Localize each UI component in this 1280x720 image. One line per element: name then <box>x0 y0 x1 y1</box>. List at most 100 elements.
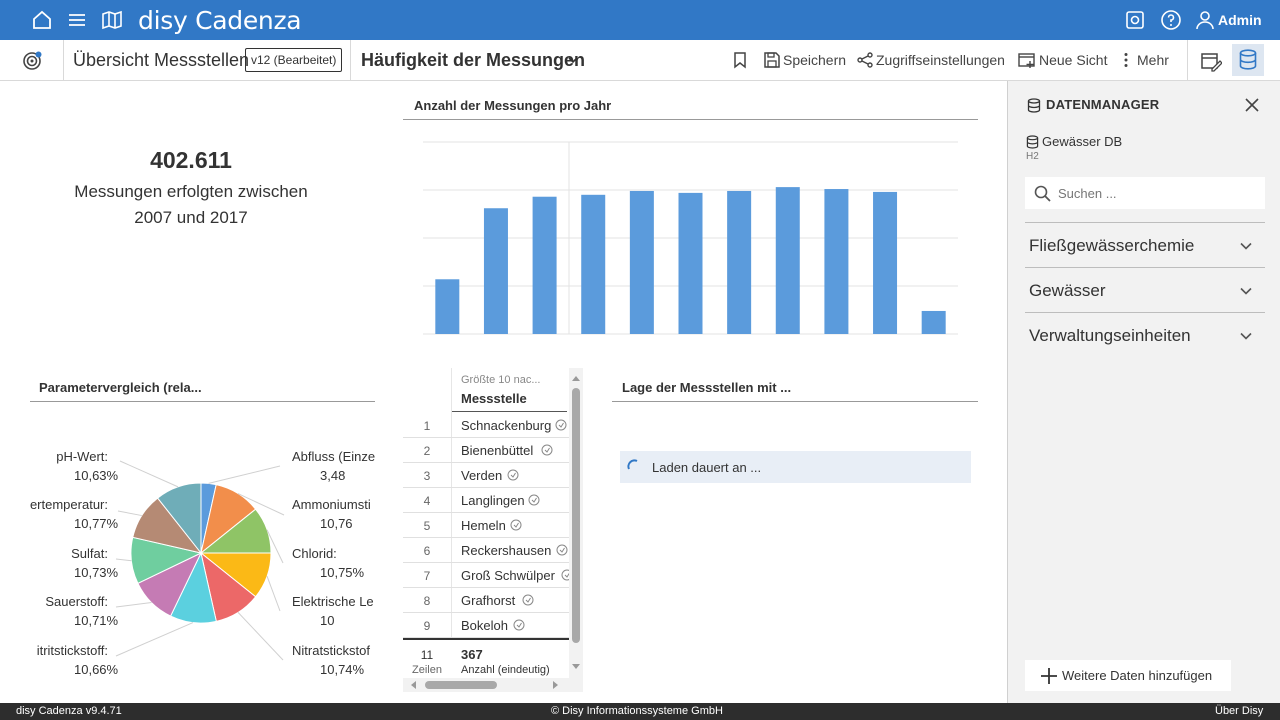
pie-leader-line <box>266 576 281 612</box>
station-name: Grafhorst <box>461 593 516 608</box>
status-footer: disy Cadenza v9.4.71 © Disy Informations… <box>0 703 1280 720</box>
pie-value-label: 10,66% <box>74 662 119 677</box>
row-number: 1 <box>423 419 431 433</box>
database-icon <box>1026 135 1039 149</box>
panel-divider <box>612 401 978 402</box>
user-name[interactable]: Admin <box>1218 12 1262 28</box>
table-row[interactable]: 8 Grafhorst <box>403 588 569 613</box>
station-name: Bienenbüttel <box>461 443 534 458</box>
table-row[interactable]: 1 Schnackenburg <box>403 413 569 438</box>
edit-sheet-icon[interactable] <box>1200 50 1222 72</box>
search-placeholder: Suchen ... <box>1058 186 1117 201</box>
accordion-gewaesser[interactable]: Gewässer <box>1025 267 1265 311</box>
pie-leader-line <box>115 558 132 562</box>
bar[interactable] <box>581 194 606 334</box>
link-icon[interactable] <box>522 594 534 606</box>
table-column-header[interactable]: Messstelle <box>461 391 527 406</box>
bookmark-icon[interactable] <box>731 51 749 69</box>
accordion-fliessgewaesserchemie[interactable]: Fließgewässerchemie <box>1025 222 1265 266</box>
bar[interactable] <box>435 279 460 334</box>
new-view-button[interactable]: Neue Sicht <box>1039 52 1107 68</box>
pie-chart[interactable]: Abfluss (Einze 3,48 Ammoniumsti 10,76 Chlori… <box>0 421 375 681</box>
station-name: Bokeloh <box>461 618 508 633</box>
panel-divider <box>30 401 375 402</box>
table-header-subtitle: Größte 10 nac... <box>461 374 541 386</box>
copyright-text: © Disy Informationssysteme GmbH <box>551 705 723 717</box>
view-title-dropdown[interactable]: Häufigkeit der Messungen <box>361 50 585 71</box>
database-icon <box>1027 98 1041 113</box>
bar[interactable] <box>678 192 703 334</box>
settings-icon[interactable] <box>1124 9 1146 31</box>
bar[interactable] <box>921 310 946 334</box>
more-vertical-icon[interactable] <box>1117 51 1135 69</box>
database-icon <box>1238 49 1258 71</box>
accordion-verwaltungseinheiten[interactable]: Verwaltungseinheiten <box>1025 312 1265 356</box>
row-number: 4 <box>423 494 431 508</box>
divider <box>350 40 351 80</box>
link-icon[interactable] <box>513 619 525 631</box>
station-name: Verden <box>461 468 503 483</box>
workbook-canvas: 402.611 Messungen erfolgten zwischen 200… <box>0 81 1007 703</box>
access-settings-button[interactable]: Zugriffseinstellungen <box>876 52 1005 68</box>
distinct-count-value: 367 <box>461 647 483 662</box>
home-icon[interactable] <box>31 9 53 31</box>
bar[interactable] <box>873 191 898 334</box>
bar-chart[interactable] <box>403 126 978 341</box>
bar[interactable] <box>629 190 654 334</box>
table-row[interactable]: 9 Bokeloh <box>403 613 569 638</box>
vertical-scrollbar[interactable] <box>569 368 583 678</box>
database-name[interactable]: Gewässer DB <box>1042 134 1122 149</box>
link-icon[interactable] <box>541 444 553 456</box>
save-icon[interactable] <box>763 51 781 69</box>
save-button[interactable]: Speichern <box>783 52 846 68</box>
search-input[interactable]: Suchen ... <box>1025 177 1265 209</box>
pie-chart-title[interactable]: Parametervergleich (rela... <box>39 380 202 395</box>
link-icon[interactable] <box>510 519 522 531</box>
pie-value-label: 3,48 <box>320 468 345 483</box>
close-icon[interactable] <box>1244 97 1260 113</box>
horizontal-scrollbar[interactable] <box>403 678 583 692</box>
table-row[interactable]: 5 Hemeln <box>403 513 569 538</box>
map-icon[interactable] <box>101 9 123 31</box>
app-brand[interactable]: disy Cadenza <box>138 6 302 35</box>
pie-label: Chlorid: <box>292 546 337 561</box>
target-icon[interactable] <box>22 51 42 71</box>
link-icon[interactable] <box>556 544 568 556</box>
user-icon[interactable] <box>1194 9 1216 31</box>
table-row[interactable]: 6 Reckershausen <box>403 538 569 563</box>
table-row[interactable]: 3 Verden <box>403 463 569 488</box>
add-data-button[interactable]: Weitere Daten hinzufügen <box>1025 660 1231 691</box>
pie-leader-line <box>237 612 284 661</box>
table-row[interactable]: 4 Langlingen <box>403 488 569 513</box>
station-name: Langlingen <box>461 493 525 508</box>
table-row[interactable]: 7 Groß Schwülper <box>403 563 573 588</box>
workbook-toolbar: Übersicht Messstellen v12 (Bearbeitet) H… <box>0 40 1280 81</box>
chevron-down-icon[interactable] <box>566 53 580 67</box>
share-icon[interactable] <box>856 51 874 69</box>
more-button[interactable]: Mehr <box>1137 52 1169 68</box>
loading-text: Laden dauert an ... <box>652 460 762 475</box>
pie-value-label: 10 <box>320 613 334 628</box>
table-panel: Größte 10 nac... Messstelle 1 Schnackenbu… <box>403 368 583 698</box>
link-icon[interactable] <box>507 469 519 481</box>
bar[interactable] <box>483 208 508 334</box>
datamanager-toggle[interactable] <box>1232 44 1264 76</box>
pie-leader-line <box>115 622 194 657</box>
pie-label: itritstickstoff: <box>37 643 108 658</box>
link-icon[interactable] <box>555 419 567 431</box>
bar[interactable] <box>824 189 849 334</box>
bar[interactable] <box>775 187 800 334</box>
help-icon[interactable] <box>1160 9 1182 31</box>
table-row[interactable]: 2 Bienenbüttel <box>403 438 569 463</box>
station-name: Reckershausen <box>461 543 552 558</box>
bar-chart-title[interactable]: Anzahl der Messungen pro Jahr <box>414 98 611 113</box>
menu-icon[interactable] <box>66 9 88 31</box>
new-view-icon[interactable] <box>1018 51 1036 69</box>
link-icon[interactable] <box>528 494 540 506</box>
bar[interactable] <box>532 196 557 334</box>
row-number: 8 <box>423 594 431 608</box>
about-disy-link[interactable]: Über Disy <box>1215 705 1263 717</box>
map-panel-title[interactable]: Lage der Messstellen mit ... <box>622 380 791 395</box>
kpi-value: 402.611 <box>150 147 232 173</box>
bar[interactable] <box>727 190 752 334</box>
